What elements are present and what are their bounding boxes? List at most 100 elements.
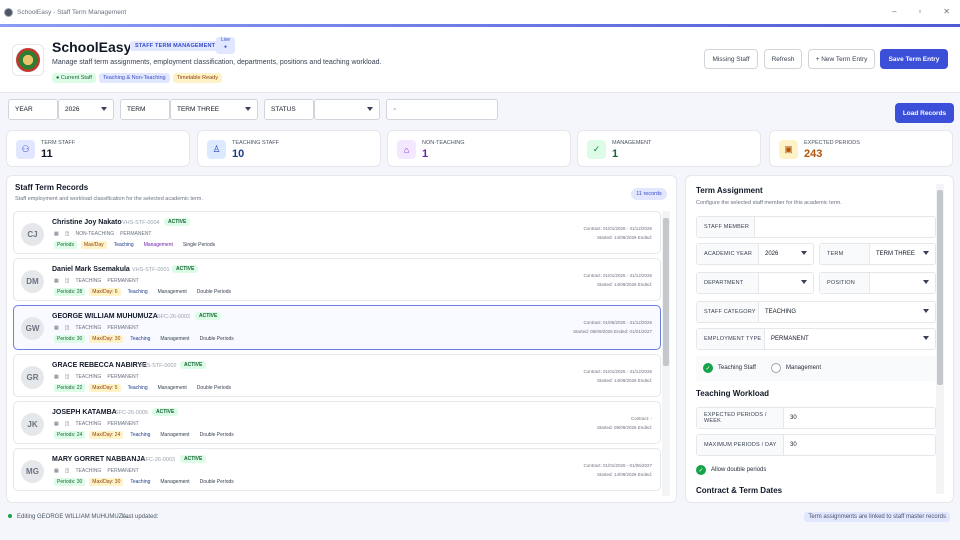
status-badge: ACTIVE bbox=[164, 218, 191, 226]
building-icon: ▦ bbox=[54, 374, 59, 380]
chevron-down-icon bbox=[923, 309, 929, 313]
period-type-tag: Double Periods bbox=[199, 479, 234, 485]
staff-member-field[interactable]: STAFF MEMBER bbox=[696, 216, 936, 238]
employment-label: PERMANENT bbox=[107, 278, 139, 284]
save-term-entry-button[interactable]: Save Term Entry bbox=[880, 49, 948, 69]
employment-label: PERMANENT bbox=[107, 374, 139, 380]
assignment-scrollbar-thumb[interactable] bbox=[937, 190, 943, 385]
management-tag: Management bbox=[157, 385, 187, 391]
chevron-down-icon bbox=[101, 107, 107, 111]
employment-type-field[interactable]: EMPLOYMENT TYPE PERMANENT bbox=[696, 328, 936, 350]
search-icon: ⌕ bbox=[393, 105, 397, 113]
contract-dates: Contract: 01/01/2026 - 31/12/2026 bbox=[583, 369, 652, 374]
term-select[interactable]: TERM THREE bbox=[170, 99, 258, 120]
chip-teaching: Teaching & Non-Teaching bbox=[98, 73, 170, 83]
teaching-tag: Teaching bbox=[113, 242, 134, 248]
minimize-icon[interactable]: – bbox=[892, 7, 896, 16]
chevron-down-icon bbox=[923, 251, 929, 255]
started-dates: Started: 09/09/2026 Ended: bbox=[596, 425, 652, 430]
staff-record-card[interactable]: DM Daniel Mark Ssemakula VHS-STF-0001 AC… bbox=[13, 258, 661, 301]
term-label: TERM bbox=[120, 99, 170, 120]
avatar: MG bbox=[21, 460, 44, 483]
term-field[interactable]: TERM TERM THREE bbox=[819, 243, 936, 265]
teaching-tag: Teaching bbox=[130, 336, 151, 342]
max-periods-field[interactable]: MAXIMUM PERIODS / DAY 30 bbox=[696, 434, 936, 456]
contract-dates: Contract: - bbox=[630, 416, 652, 421]
refresh-button[interactable]: Refresh bbox=[764, 49, 802, 69]
new-term-entry-button[interactable]: + New Term Entry bbox=[808, 49, 875, 69]
status-select[interactable] bbox=[314, 99, 380, 120]
stat-value: 11 bbox=[41, 148, 53, 160]
staff-record-card[interactable]: JK JOSEPH KATAMBA SFC-26-0005 ACTIVE ▦ ◫ T… bbox=[13, 401, 661, 444]
management-radio[interactable] bbox=[771, 363, 781, 373]
app-icon bbox=[4, 7, 13, 17]
field-label: MAXIMUM PERIODS / DAY bbox=[697, 435, 784, 455]
status-dot-icon bbox=[8, 514, 12, 518]
stat-term-staff: ⚇ TERM STAFF 11 bbox=[6, 130, 190, 167]
allow-double-label: Allow double periods bbox=[711, 467, 767, 473]
briefcase-icon: ◫ bbox=[64, 278, 70, 284]
staff-record-card-selected[interactable]: GW GEORGE WILLIAM MUHUMUZA SFC-26-0002 A… bbox=[13, 305, 661, 350]
stat-value: 1 bbox=[422, 148, 429, 160]
records-subtitle: Staff employment and workload classifica… bbox=[15, 196, 203, 202]
staff-record-card[interactable]: CJ Christine Joy Nakato VHS-STF-0004 ACT… bbox=[13, 211, 661, 254]
employment-label: PERMANENT bbox=[120, 231, 152, 237]
staff-category-field[interactable]: STAFF CATEGORY TEACHING bbox=[696, 301, 936, 323]
staff-id: VHS-STF-0002 bbox=[139, 363, 177, 369]
period-type-tag: Double Periods bbox=[199, 432, 234, 438]
category-label: TEACHING bbox=[75, 325, 102, 331]
field-value: TEACHING bbox=[765, 309, 797, 315]
teaching-staff-label: Teaching Staff bbox=[718, 365, 756, 371]
periods-tag: Periods: 28 bbox=[54, 288, 86, 296]
missing-staff-button[interactable]: Missing Staff bbox=[704, 49, 758, 69]
contract-dates: Contract: 01/01/2026 - 01/06/2027 bbox=[583, 463, 652, 468]
editing-status: Editing GEORGE WILLIAM MUHUMUZA. bbox=[17, 514, 129, 520]
period-type-tag: Double Periods bbox=[199, 336, 234, 342]
staff-id: SFC-26-0003 bbox=[142, 457, 176, 463]
calendar-icon: ▣ bbox=[779, 140, 798, 159]
page-subtitle: Manage staff term assignments, employmen… bbox=[52, 59, 382, 66]
academic-year-field[interactable]: ACADEMIC YEAR 2026 bbox=[696, 243, 814, 265]
periods-tag: Periods: 30 bbox=[54, 335, 86, 343]
allow-double-checkbox[interactable]: ✓ bbox=[696, 465, 706, 475]
teaching-tag: Teaching bbox=[127, 385, 148, 391]
field-value: PERMANENT bbox=[771, 336, 809, 342]
close-icon[interactable]: ✕ bbox=[943, 7, 950, 16]
management-tag: Management bbox=[143, 242, 173, 248]
stat-management: ✓ MANAGEMENT 1 bbox=[577, 130, 761, 167]
staff-id: SFC-26-0002 bbox=[157, 314, 191, 320]
department-field[interactable]: DEPARTMENT bbox=[696, 272, 814, 294]
teaching-staff-radio[interactable]: ✓ bbox=[703, 363, 713, 373]
expected-periods-field[interactable]: EXPECTED PERIODS / WEEK 30 bbox=[696, 407, 936, 429]
management-tag: Management bbox=[160, 432, 190, 438]
category-label: TEACHING bbox=[75, 374, 102, 380]
status-badge: ACTIVE bbox=[172, 265, 199, 273]
staff-name: GRACE REBECCA NABIRYE bbox=[52, 362, 147, 369]
staff-record-card[interactable]: GR GRACE REBECCA NABIRYE VHS-STF-0002 AC… bbox=[13, 354, 661, 397]
chip-current-staff: ● Current Staff bbox=[52, 73, 96, 83]
field-label: STAFF MEMBER bbox=[697, 217, 755, 237]
records-scrollbar-thumb[interactable] bbox=[663, 218, 669, 366]
stat-value: 10 bbox=[232, 148, 245, 160]
year-select[interactable]: 2026 bbox=[58, 99, 114, 120]
position-field[interactable]: POSITION bbox=[819, 272, 936, 294]
category-label: TEACHING bbox=[75, 468, 102, 474]
building-icon: ▦ bbox=[54, 421, 59, 427]
periods-tag: Periods bbox=[54, 241, 77, 249]
stat-teaching-staff: ♙ TEACHING STAFF 10 bbox=[197, 130, 381, 167]
school-logo bbox=[12, 44, 44, 76]
max-day-tag: Max/Day: 30 bbox=[89, 478, 124, 486]
period-type-tag: Double Periods bbox=[196, 385, 231, 391]
maximize-icon[interactable]: ▫ bbox=[918, 7, 921, 16]
teaching-tag: Teaching bbox=[130, 432, 151, 438]
max-day-tag: Max/Day: 24 bbox=[89, 431, 124, 439]
year-label: YEAR bbox=[8, 99, 58, 120]
search-input[interactable]: ⌕ bbox=[386, 99, 498, 120]
status-bar: Editing GEORGE WILLIAM MUHUMUZA. Last up… bbox=[0, 508, 960, 528]
started-dates: Started: 14/09/2026 Ended: bbox=[596, 472, 652, 477]
started-dates: Started: 14/09/2026 Ended: bbox=[596, 235, 652, 240]
live-label: Live bbox=[220, 37, 231, 43]
load-records-button[interactable]: Load Records bbox=[895, 103, 954, 123]
field-label: POSITION bbox=[820, 273, 870, 293]
staff-record-card[interactable]: MG MARY GORRET NABBANJA SFC-26-0003 ACTI… bbox=[13, 448, 661, 491]
